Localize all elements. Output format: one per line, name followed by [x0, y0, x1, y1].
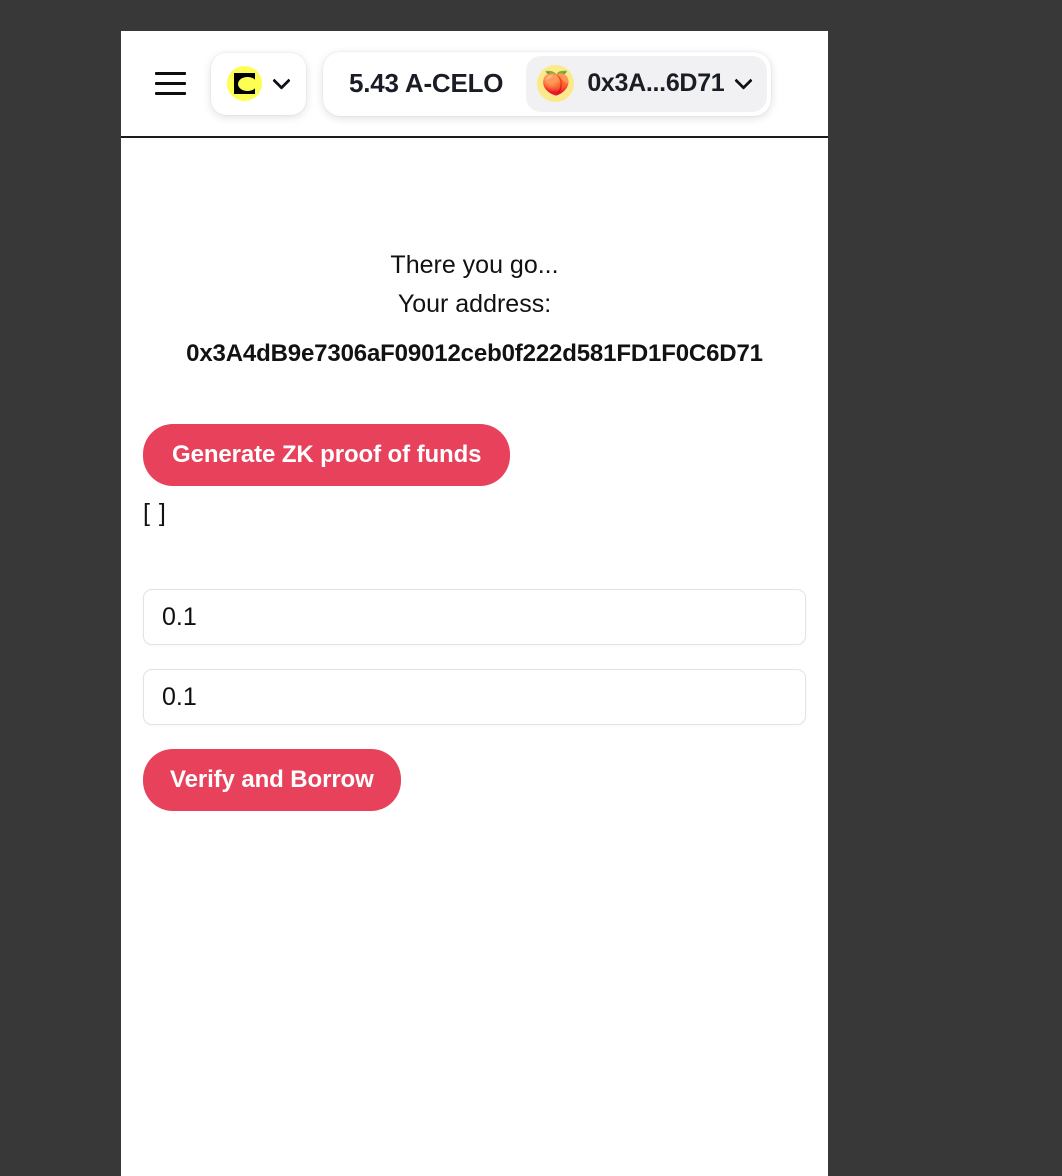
- celo-logo-glyph: [234, 73, 257, 94]
- main-content: There you go... Your address: 0x3A4dB9e7…: [121, 138, 828, 811]
- screen: 5.43 A-CELO 🍑 0x3A...6D71 There you go..…: [0, 0, 1062, 1176]
- app-header: 5.43 A-CELO 🍑 0x3A...6D71: [121, 31, 828, 138]
- generate-zk-proof-button[interactable]: Generate ZK proof of funds: [143, 424, 511, 486]
- wallet-summary[interactable]: 5.43 A-CELO 🍑 0x3A...6D71: [323, 51, 772, 116]
- hamburger-icon-bar-1: [154, 72, 186, 75]
- amount-field-row: [143, 589, 806, 645]
- celo-logo-icon: [227, 66, 262, 101]
- collateral-field-row: [143, 669, 806, 725]
- wallet-balance: 5.43 A-CELO: [349, 68, 504, 98]
- app-page: 5.43 A-CELO 🍑 0x3A...6D71 There you go..…: [121, 31, 828, 1176]
- chevron-down-icon-network: [272, 71, 291, 90]
- chevron-down-icon-wallet: [734, 71, 754, 90]
- status-headline-line-1: There you go...: [390, 251, 559, 279]
- collateral-input[interactable]: [143, 669, 806, 725]
- status-headline: There you go... Your address:: [143, 246, 806, 324]
- hamburger-icon-bar-2: [154, 82, 186, 85]
- account-address-chip[interactable]: 🍑 0x3A...6D71: [526, 55, 768, 112]
- network-selector[interactable]: [211, 52, 306, 115]
- full-wallet-address: 0x3A4dB9e7306aF09012ceb0f222d581FD1F0C6D…: [186, 340, 763, 367]
- amount-input[interactable]: [143, 589, 806, 645]
- wallet-address-short: 0x3A...6D71: [587, 69, 725, 97]
- zk-proof-output: [ ]: [143, 499, 167, 527]
- hamburger-menu-button[interactable]: [147, 61, 193, 107]
- generate-proof-row: Generate ZK proof of funds: [143, 368, 806, 486]
- top-spacer: [143, 138, 806, 246]
- peach-emoji-avatar: 🍑: [537, 65, 575, 102]
- verify-and-borrow-button[interactable]: Verify and Borrow: [143, 749, 401, 811]
- hamburger-icon-bar-3: [154, 92, 186, 95]
- verify-borrow-row: Verify and Borrow: [143, 725, 806, 811]
- status-headline-line-2: Your address:: [397, 290, 552, 318]
